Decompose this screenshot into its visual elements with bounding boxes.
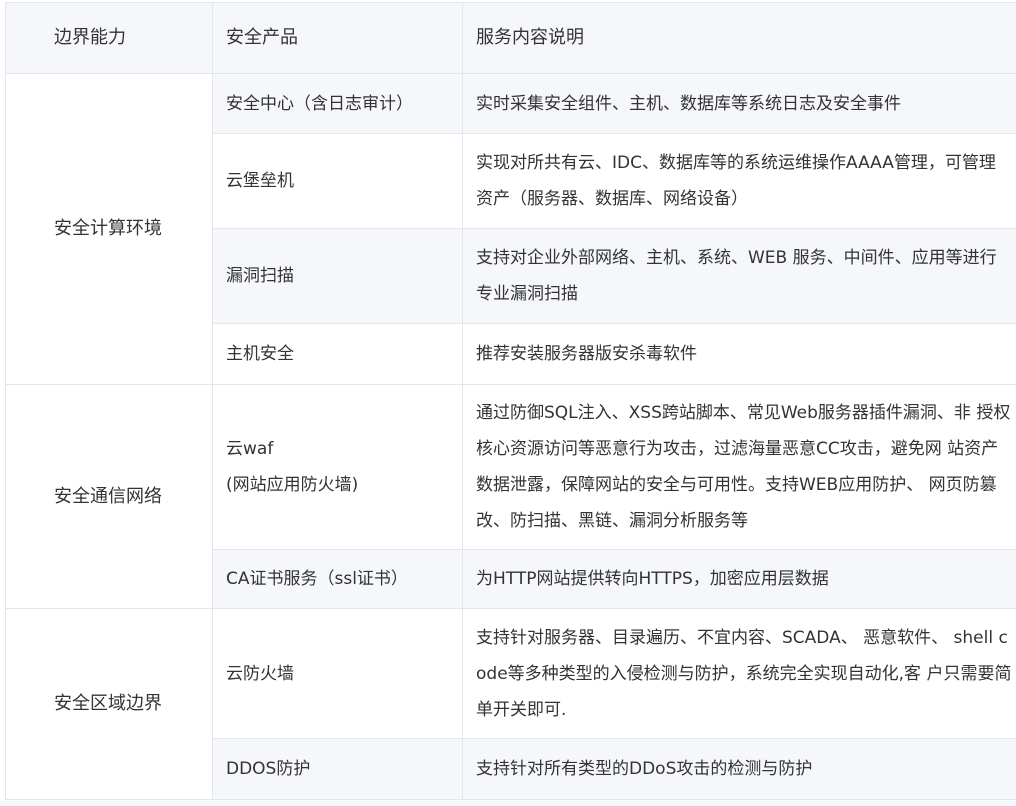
- product-cell: 云waf (网站应用防火墙): [212, 384, 463, 550]
- description-cell: 支持针对服务器、目录遍历、不宜内容、SCADA、 恶意软件、 shell cod…: [462, 608, 1016, 739]
- header-boundary-capability: 边界能力: [5, 2, 213, 74]
- product-cell: 云堡垒机: [212, 133, 463, 229]
- table-row: 安全通信网络 云waf (网站应用防火墙) 通过防御SQL注入、XSS跨站脚本、常…: [5, 384, 1016, 609]
- product-cell: 安全中心（含日志审计）: [212, 73, 463, 134]
- product-name-line1: 云waf: [226, 439, 274, 459]
- product-cell: DDOS防护: [212, 738, 463, 800]
- description-cell: 为HTTP网站提供转向HTTPS，加密应用层数据: [462, 549, 1016, 609]
- description-cell: 实时采集安全组件、主机、数据库等系统日志及安全事件: [462, 73, 1016, 134]
- description-cell: 推荐安装服务器版安杀毒软件: [462, 323, 1016, 385]
- group-cell-computing-environment: 安全计算环境: [5, 73, 213, 385]
- bottom-strip: [0, 801, 1016, 806]
- group-cell-communication-network: 安全通信网络: [5, 384, 213, 609]
- product-cell: 云防火墙: [212, 608, 463, 739]
- header-service-description: 服务内容说明: [462, 2, 1016, 74]
- product-name-line2: (网站应用防火墙): [226, 475, 359, 495]
- description-cell: 实现对所共有云、IDC、数据库等的系统运维操作AAAA管理，可管理资产（服务器、…: [462, 133, 1016, 229]
- group-cell-area-boundary: 安全区域边界: [5, 608, 213, 800]
- description-cell: 支持对企业外部网络、主机、系统、WEB 服务、中间件、应用等进行专业漏洞扫描: [462, 228, 1016, 324]
- table-row: 安全区域边界 云防火墙 支持针对服务器、目录遍历、不宜内容、SCADA、 恶意软…: [5, 608, 1016, 800]
- table-row: 安全计算环境 安全中心（含日志审计） 实时采集安全组件、主机、数据库等系统日志及…: [5, 73, 1016, 385]
- header-security-product: 安全产品: [212, 2, 463, 74]
- product-cell: 主机安全: [212, 323, 463, 385]
- description-cell: 支持针对所有类型的DDoS攻击的检测与防护: [462, 738, 1016, 800]
- description-cell: 通过防御SQL注入、XSS跨站脚本、常见Web服务器插件漏洞、非 授权核心资源访…: [462, 384, 1016, 550]
- security-capability-table: 边界能力 安全产品 服务内容说明 安全计算环境 安全中心（含日志审计） 实时采集…: [5, 2, 1016, 800]
- table-header-row: 边界能力 安全产品 服务内容说明: [5, 2, 1016, 74]
- security-capability-table-container: 边界能力 安全产品 服务内容说明 安全计算环境 安全中心（含日志审计） 实时采集…: [5, 2, 1016, 800]
- product-cell: CA证书服务（ssl证书）: [212, 549, 463, 609]
- product-cell: 漏洞扫描: [212, 228, 463, 324]
